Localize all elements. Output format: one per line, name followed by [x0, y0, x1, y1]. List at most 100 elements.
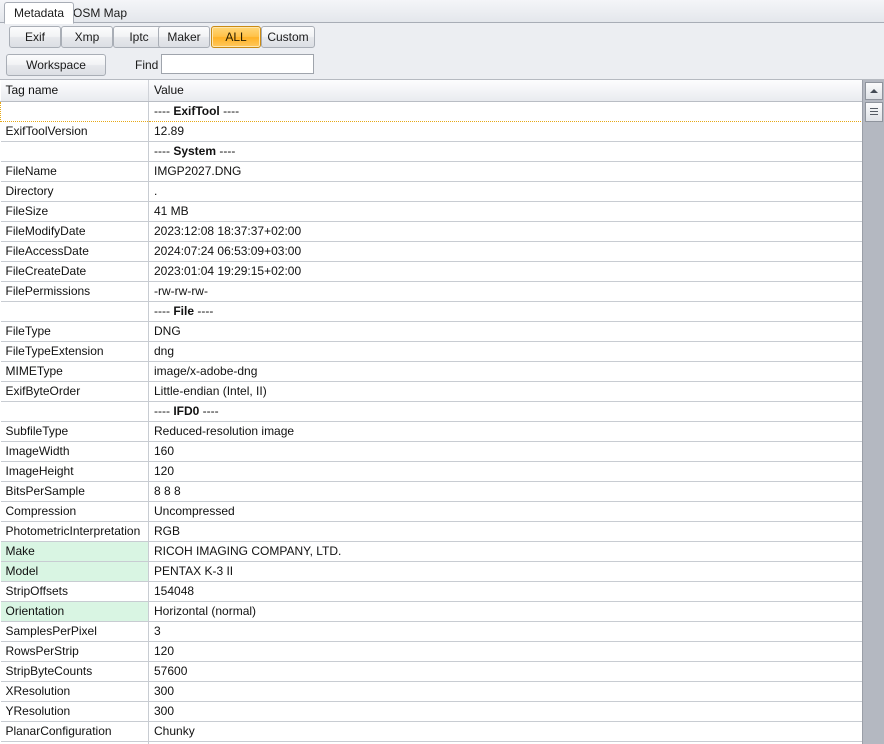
column-header-value[interactable]: Value [148, 80, 862, 102]
find-input[interactable] [161, 54, 314, 74]
cell-tag-name: ExifToolVersion [0, 121, 149, 142]
table-row[interactable]: SamplesPerPixel 3 [0, 621, 862, 642]
filter-button-xmp[interactable]: Xmp [61, 26, 113, 48]
table-row[interactable]: PhotometricInterpretation RGB [0, 521, 862, 542]
metadata-table-container[interactable]: Tag name Value ---- ExifTool ---- ExifToo… [0, 80, 862, 744]
vertical-scrollbar[interactable] [862, 80, 884, 744]
cell-tag-name: MIMEType [0, 361, 149, 382]
table-row[interactable]: ImageHeight 120 [0, 461, 862, 482]
table-row[interactable]: ImageWidth 160 [0, 441, 862, 462]
cell-tag-name: StripByteCounts [0, 661, 149, 682]
cell-value: Chunky [148, 721, 862, 742]
table-header-row: Tag name Value [0, 80, 862, 102]
table-row[interactable]: FileModifyDate 2023:12:08 18:37:37+02:00 [0, 221, 862, 242]
table-row[interactable]: FileType DNG [0, 321, 862, 342]
table-row[interactable]: Directory. [0, 181, 862, 202]
tab-metadata[interactable]: Metadata [4, 2, 75, 24]
section-header-text: ---- ExifTool ---- [154, 103, 240, 118]
section-header-text: ---- IFD0 ---- [154, 403, 219, 418]
table-row[interactable]: XResolution 300 [0, 681, 862, 702]
table-row[interactable]: ---- System ---- [0, 141, 862, 162]
section-header-text: ---- File ---- [154, 303, 214, 318]
cell-tag-name: FileType [0, 321, 149, 342]
cell-tag-name: ExifByteOrder [0, 381, 149, 402]
cell-tag-name: FileSize [0, 201, 149, 222]
cell-tag-name: FileCreateDate [0, 261, 149, 282]
cell-value: 41 MB [148, 201, 862, 222]
filter-button-custom-label: Custom [267, 30, 309, 44]
metadata-table: Tag name Value ---- ExifTool ---- ExifToo… [0, 80, 862, 744]
table-row[interactable]: FileName IMGP2027.DNG [0, 161, 862, 182]
table-row[interactable]: FileAccessDate 2024:07:24 06:53:09+03:00 [0, 241, 862, 262]
table-row[interactable]: ---- File ---- [0, 301, 862, 322]
table-row[interactable]: StripByteCounts 57600 [0, 661, 862, 682]
cell-value: image/x-adobe-dng [148, 361, 862, 382]
cell-tag-name: RowsPerStrip [0, 641, 149, 662]
table-row[interactable]: Model PENTAX K-3 II [0, 561, 862, 582]
cell-tag-name: ImageHeight [0, 461, 149, 482]
cell-value: . [148, 181, 862, 202]
filter-button-maker-label: Maker [167, 30, 201, 44]
table-row[interactable]: RowsPerStrip 120 [0, 641, 862, 662]
toolbar: Exif Xmp Iptc Maker ALL Custom Workspace… [0, 23, 884, 80]
scrollbar-thumb[interactable] [865, 102, 883, 122]
cell-value: 2023:12:08 18:37:37+02:00 [148, 221, 862, 242]
cell-tag-name [0, 100, 149, 122]
scrollbar-up-button[interactable] [865, 82, 883, 100]
cell-value: Reduced-resolution image [148, 421, 862, 442]
table-row[interactable]: MIMEType image/x-adobe-dng [0, 361, 862, 382]
cell-value: 300 [148, 701, 862, 722]
cell-value: 2023:01:04 19:29:15+02:00 [148, 261, 862, 282]
workspace-button-label: Workspace [26, 58, 86, 72]
table-row[interactable]: ---- ExifTool ---- [0, 100, 862, 122]
table-row[interactable]: FileTypeExtension dng [0, 341, 862, 362]
table-row[interactable]: PlanarConfiguration Chunky [0, 721, 862, 742]
cell-value: dng [148, 341, 862, 362]
cell-tag-name: FileTypeExtension [0, 341, 149, 362]
cell-value: 3 [148, 621, 862, 642]
table-row[interactable]: ExifToolVersion 12.89 [0, 121, 862, 142]
cell-tag-name: YResolution [0, 701, 149, 722]
cell-value: Horizontal (normal) [148, 601, 862, 622]
table-row[interactable]: ---- IFD0 ---- [0, 401, 862, 422]
table-row[interactable]: FileCreateDate 2023:01:04 19:29:15+02:00 [0, 261, 862, 282]
table-row[interactable]: SubfileType Reduced-resolution image [0, 421, 862, 442]
table-row[interactable]: ExifByteOrder Little-endian (Intel, II) [0, 381, 862, 402]
table-row[interactable]: StripOffsets 154048 [0, 581, 862, 602]
filter-button-maker[interactable]: Maker [158, 26, 210, 48]
filter-button-iptc-label: Iptc [129, 30, 149, 44]
cell-tag-name: FileModifyDate [0, 221, 149, 242]
cell-value: 160 [148, 441, 862, 462]
table-row[interactable]: FilePermissions -rw-rw-rw- [0, 281, 862, 302]
cell-value: ---- System ---- [148, 141, 862, 162]
table-row[interactable]: Compression Uncompressed [0, 501, 862, 522]
column-header-tag-name[interactable]: Tag name [0, 80, 149, 102]
cell-value: ---- File ---- [148, 301, 862, 322]
tab-osm-map[interactable]: OSM Map [63, 2, 137, 24]
cell-tag-name: Model [0, 561, 149, 582]
cell-value: 154048 [148, 581, 862, 602]
table-row[interactable]: FileSize 41 MB [0, 201, 862, 222]
metadata-viewer-window: Metadata OSM Map Exif Xmp Iptc Maker ALL… [0, 0, 884, 744]
filter-button-exif-label: Exif [24, 30, 45, 44]
filter-button-all-label: ALL [225, 30, 247, 44]
filter-button-custom[interactable]: Custom [261, 26, 315, 48]
cell-value: PENTAX K-3 II [148, 561, 862, 582]
filter-button-exif[interactable]: Exif [9, 26, 61, 48]
table-row[interactable]: BitsPerSample 8 8 8 [0, 481, 862, 502]
filter-button-xmp-label: Xmp [74, 30, 100, 44]
cell-tag-name [0, 401, 149, 422]
workspace-button[interactable]: Workspace [6, 54, 106, 76]
filter-button-all[interactable]: ALL [211, 26, 261, 48]
cell-tag-name: Compression [0, 501, 149, 522]
cell-tag-name: FilePermissions [0, 281, 149, 302]
cell-tag-name: ImageWidth [0, 441, 149, 462]
cell-value: 57600 [148, 661, 862, 682]
cell-tag-name: SubfileType [0, 421, 149, 442]
scroll-up-arrow-icon [870, 89, 878, 93]
table-row[interactable]: Orientation Horizontal (normal) [0, 601, 862, 622]
table-row[interactable]: YResolution 300 [0, 701, 862, 722]
cell-value: Uncompressed [148, 501, 862, 522]
table-row[interactable]: Make RICOH IMAGING COMPANY, LTD. [0, 541, 862, 562]
cell-value: 8 8 8 [148, 481, 862, 502]
